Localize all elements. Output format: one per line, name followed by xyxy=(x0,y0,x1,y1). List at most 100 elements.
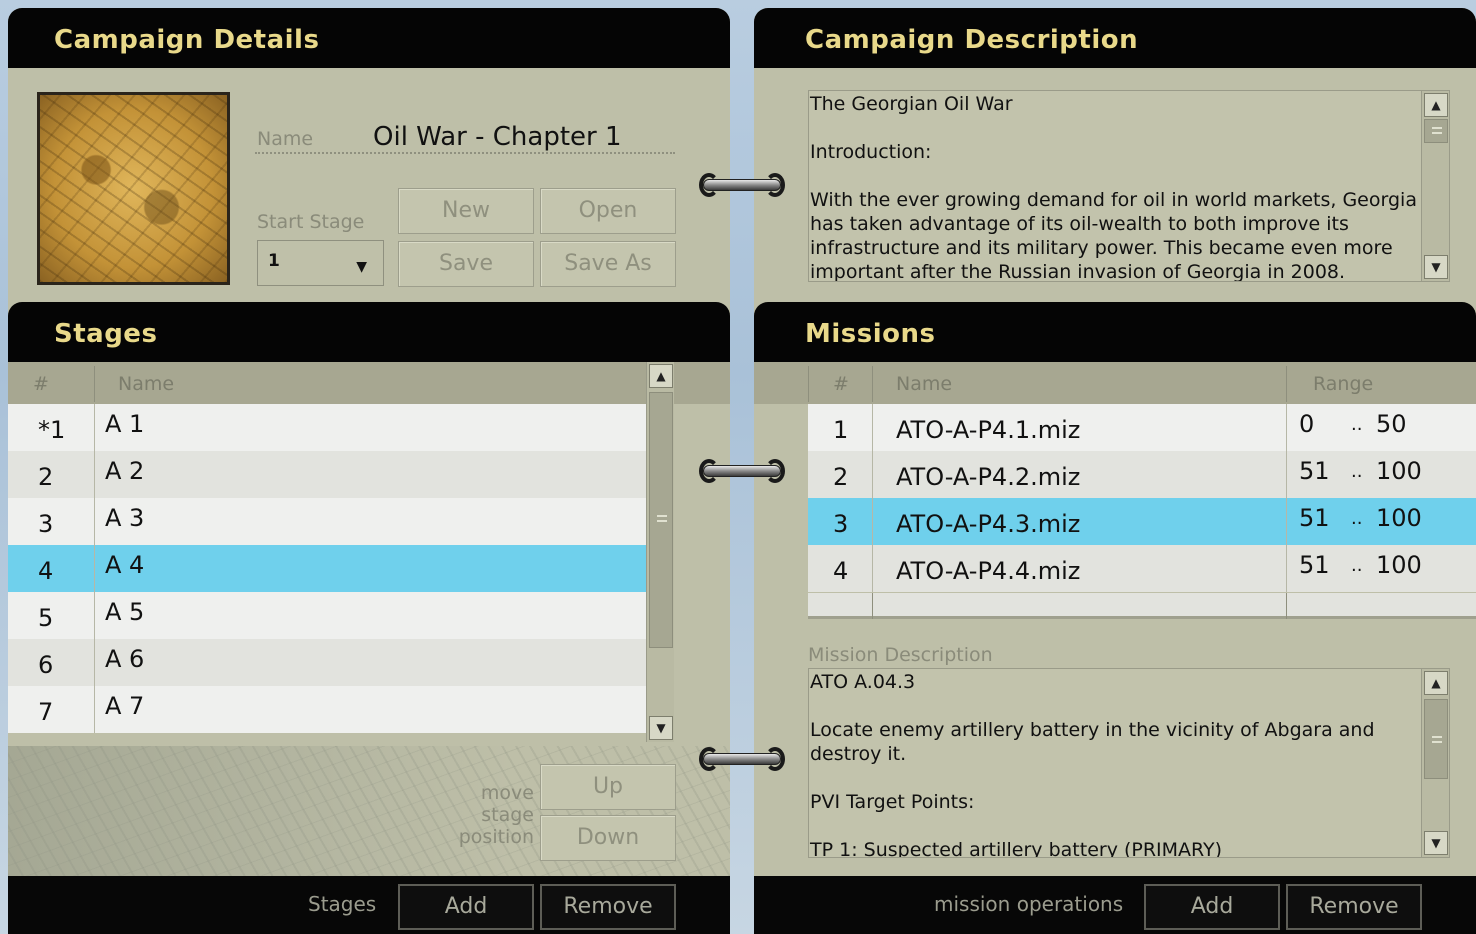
start-stage-dropdown[interactable]: 1 ▼ xyxy=(257,240,384,286)
chevron-up-icon[interactable]: ▲ xyxy=(1424,93,1448,117)
move-down-button[interactable]: Down xyxy=(540,815,676,861)
stages-scrollbar[interactable]: ▲ ▼ xyxy=(646,362,674,742)
campaign-details-header: Campaign Details xyxy=(8,8,730,68)
column-divider xyxy=(1286,498,1287,545)
chevron-down-icon[interactable]: ▼ xyxy=(1424,255,1448,279)
stage-number: 2 xyxy=(38,463,54,491)
mission-range-separator: .. xyxy=(1351,555,1363,576)
column-divider xyxy=(1286,366,1287,402)
stage-number: 4 xyxy=(38,557,54,585)
start-stage-value: 1 xyxy=(268,251,280,271)
add-stage-button[interactable]: Add xyxy=(398,884,534,930)
campaign-description-title: Campaign Description xyxy=(805,25,1139,55)
right-panel: Campaign Description The Georgian Oil Wa… xyxy=(754,8,1476,934)
mission-description-scroll-thumb[interactable] xyxy=(1424,699,1448,779)
campaign-map-thumbnail[interactable] xyxy=(37,92,230,285)
name-underline xyxy=(255,152,675,154)
save-as-button[interactable]: Save As xyxy=(540,241,676,287)
stage-row[interactable]: 3 A 3 xyxy=(8,498,646,545)
mission-number: 2 xyxy=(833,463,849,491)
stages-header: Stages xyxy=(8,302,730,362)
stage-name: A 6 xyxy=(105,645,145,673)
campaign-description-textbox[interactable]: The Georgian Oil War Introduction: With … xyxy=(808,90,1450,282)
stage-name: A 5 xyxy=(105,598,145,626)
mission-description-text: ATO A.04.3 Locate enemy artillery batter… xyxy=(810,670,1420,857)
grip-line xyxy=(657,515,667,517)
chevron-up-icon[interactable]: ▲ xyxy=(1424,671,1448,695)
missions-table-header: # Name Range xyxy=(754,362,1476,404)
mission-range-to: 100 xyxy=(1376,504,1422,532)
description-scroll-thumb[interactable] xyxy=(1424,119,1448,143)
mission-number: 4 xyxy=(833,557,849,585)
stage-name: A 2 xyxy=(105,457,145,485)
column-divider xyxy=(872,498,873,545)
left-panel: Campaign Details Name Oil War - Chapter … xyxy=(8,8,730,934)
column-divider xyxy=(872,545,873,592)
save-button[interactable]: Save xyxy=(398,241,534,287)
mission-file-name: ATO-A-P4.4.miz xyxy=(896,557,1081,585)
column-divider xyxy=(94,639,95,686)
missions-footer-label: mission operations xyxy=(934,892,1124,916)
mission-row[interactable]: 1 ATO-A-P4.1.miz 0.. 50 xyxy=(808,404,1476,451)
stage-name: A 3 xyxy=(105,504,145,532)
move-up-button[interactable]: Up xyxy=(540,764,676,810)
stage-name: A 4 xyxy=(105,551,145,579)
stage-row[interactable]: 2 A 2 xyxy=(8,451,646,498)
mission-row[interactable]: 4 ATO-A-P4.4.miz 51.. 100 xyxy=(808,545,1476,592)
mission-row[interactable]: 3 ATO-A-P4.3.miz 51.. 100 xyxy=(808,498,1476,545)
stage-row[interactable]: 6 A 6 xyxy=(8,639,646,686)
stages-table-header: # Name xyxy=(8,362,730,404)
grip-line xyxy=(1432,736,1442,738)
mission-row[interactable]: 2 ATO-A-P4.2.miz 51.. 100 xyxy=(808,451,1476,498)
mission-description-paragraph: Locate enemy artillery battery in the vi… xyxy=(810,719,1375,765)
open-button[interactable]: Open xyxy=(540,188,676,234)
mission-file-name: ATO-A-P4.3.miz xyxy=(896,510,1081,538)
column-divider xyxy=(808,366,809,402)
chevron-up-icon[interactable]: ▲ xyxy=(649,364,673,388)
remove-mission-button[interactable]: Remove xyxy=(1286,884,1422,930)
mission-number: 3 xyxy=(833,510,849,538)
chevron-down-icon[interactable]: ▼ xyxy=(1424,831,1448,855)
mission-description-textbox[interactable]: ATO A.04.3 Locate enemy artillery batter… xyxy=(808,668,1450,858)
mission-range-separator: .. xyxy=(1351,461,1363,482)
column-divider xyxy=(94,404,95,451)
stages-col-num: # xyxy=(33,373,49,395)
stage-number: 7 xyxy=(38,698,54,726)
description-scrollbar[interactable]: ▲ ▼ xyxy=(1421,91,1449,281)
new-button[interactable]: New xyxy=(398,188,534,234)
stage-row[interactable]: 5 A 5 xyxy=(8,592,646,639)
column-divider xyxy=(872,366,873,402)
mission-description-scrollbar[interactable]: ▲ ▼ xyxy=(1421,669,1449,857)
stage-row[interactable]: *1 A 1 xyxy=(8,404,646,451)
mission-file-name: ATO-A-P4.1.miz xyxy=(896,416,1081,444)
mission-range-from: 51 xyxy=(1299,457,1330,485)
name-label: Name xyxy=(257,128,314,150)
stages-scroll-thumb[interactable] xyxy=(649,392,673,648)
missions-col-num: # xyxy=(833,373,849,395)
stage-row[interactable]: 7 A 7 xyxy=(8,686,646,733)
move-stage-position-label: move stage position xyxy=(438,782,534,848)
mission-range-to: 50 xyxy=(1376,410,1407,438)
column-divider xyxy=(1286,593,1287,619)
campaign-description-text: The Georgian Oil War Introduction: With … xyxy=(810,92,1420,282)
column-divider xyxy=(94,592,95,639)
mission-file-name: ATO-A-P4.2.miz xyxy=(896,463,1081,491)
stage-name: A 1 xyxy=(105,410,145,438)
mission-range-to: 100 xyxy=(1376,457,1422,485)
campaign-name-field[interactable]: Oil War - Chapter 1 xyxy=(373,122,622,152)
stage-row[interactable]: 4 A 4 xyxy=(8,545,646,592)
description-paragraph: With the ever growing demand for oil in … xyxy=(810,189,1417,282)
mission-description-paragraph: ATO A.04.3 xyxy=(810,671,916,693)
binder-ring-icon xyxy=(699,747,785,771)
chevron-down-icon[interactable]: ▼ xyxy=(649,716,673,740)
column-divider xyxy=(872,404,873,451)
stages-footer: Stages Add Remove xyxy=(8,876,730,934)
grip-line xyxy=(657,520,667,522)
add-mission-button[interactable]: Add xyxy=(1144,884,1280,930)
mission-range-from: 51 xyxy=(1299,551,1330,579)
missions-header: Missions xyxy=(754,302,1476,362)
remove-stage-button[interactable]: Remove xyxy=(540,884,676,930)
column-divider xyxy=(1286,545,1287,592)
missions-empty-row xyxy=(808,593,1476,619)
mission-range-from: 0 xyxy=(1299,410,1315,438)
